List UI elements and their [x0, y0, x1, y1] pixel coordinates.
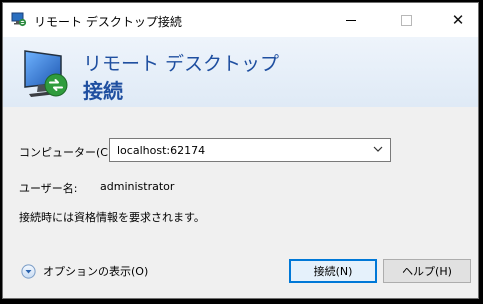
close-button[interactable]: ✕	[435, 3, 478, 37]
remote-desktop-monitor-icon	[24, 50, 68, 97]
credential-notice: 接続時には資格情報を要求されます。	[19, 211, 205, 224]
maximize-icon	[400, 14, 412, 26]
banner-title-line1: リモート デスクトップ	[83, 53, 280, 75]
help-button[interactable]: ヘルプ(H)	[383, 259, 471, 283]
title-bar: リモート デスクトップ接続 ✕	[3, 3, 478, 37]
connect-button[interactable]: 接続(N)	[289, 259, 377, 283]
close-icon: ✕	[451, 10, 465, 29]
username-label: ユーザー名:	[19, 182, 78, 195]
minimize-button[interactable]	[328, 3, 374, 37]
show-options-label[interactable]: オプションの表示(O)	[43, 263, 148, 279]
computer-label: コンピューター(C):	[19, 146, 116, 159]
banner-title-line2: 接続	[83, 79, 123, 103]
remote-desktop-icon	[11, 12, 27, 27]
header-banner: リモート デスクトップ 接続	[3, 37, 478, 107]
username-value: administrator	[100, 180, 175, 193]
rdp-window: リモート デスクトップ接続 ✕ リモート デスクトップ 接続 コンピューター(C…	[2, 2, 479, 299]
computer-combobox[interactable]: localhost:62174	[109, 138, 391, 162]
show-options-toggle[interactable]: オプションの表示(O)	[21, 262, 148, 280]
minimize-icon	[346, 19, 356, 21]
maximize-button[interactable]	[383, 3, 429, 37]
computer-value[interactable]: localhost:62174	[117, 144, 205, 157]
window-title: リモート デスクトップ接続	[34, 15, 182, 29]
expand-circle-icon[interactable]	[21, 263, 36, 279]
chevron-down-icon[interactable]	[372, 143, 384, 155]
